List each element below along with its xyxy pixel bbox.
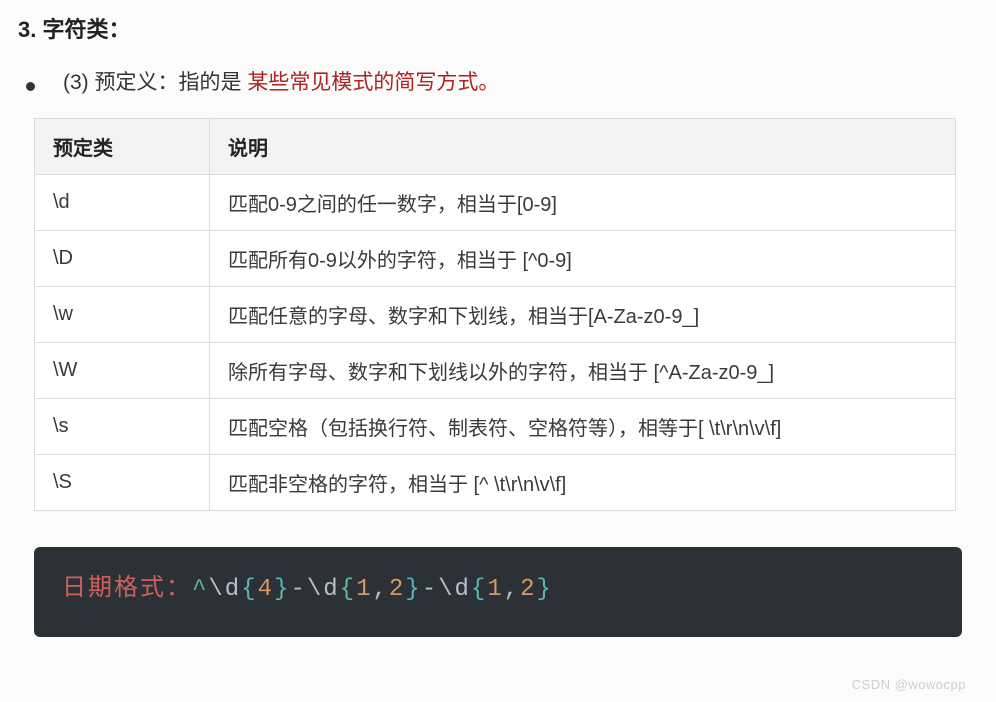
code-token: 2 bbox=[520, 576, 536, 603]
bullet-prefix: (3) 预定义：指的是 bbox=[63, 71, 247, 94]
table-row: \D匹配所有0-9以外的字符，相当于 [^0-9] bbox=[35, 231, 956, 287]
table-row: \w匹配任意的字母、数字和下划线，相当于[A-Za-z0-9_] bbox=[35, 287, 956, 343]
table-cell-class: \s bbox=[35, 399, 210, 455]
table-header-row: 预定类 说明 bbox=[35, 119, 956, 175]
code-token: { bbox=[241, 576, 257, 603]
code-token: \d bbox=[208, 576, 241, 603]
code-token: - bbox=[290, 576, 306, 603]
bullet-text: (3) 预定义：指的是 某些常见模式的简写方式。 bbox=[63, 66, 499, 96]
table-cell-class: \W bbox=[35, 343, 210, 399]
table-cell-desc: 匹配所有0-9以外的字符，相当于 [^0-9] bbox=[210, 231, 956, 287]
table-row: \S匹配非空格的字符，相当于 [^ \t\r\n\v\f] bbox=[35, 455, 956, 511]
code-token: { bbox=[471, 576, 487, 603]
table-cell-desc: 匹配非空格的字符，相当于 [^ \t\r\n\v\f] bbox=[210, 455, 956, 511]
watermark: CSDN @wowocpp bbox=[852, 677, 966, 692]
table-cell-class: \d bbox=[35, 175, 210, 231]
table-cell-desc: 匹配0-9之间的任一数字，相当于[0-9] bbox=[210, 175, 956, 231]
table-container: 预定类 说明 \d匹配0-9之间的任一数字，相当于[0-9]\D匹配所有0-9以… bbox=[34, 118, 956, 511]
bullet-highlight: 某些常见模式的简写方式。 bbox=[247, 71, 499, 94]
table-cell-class: \S bbox=[35, 455, 210, 511]
code-token: } bbox=[405, 576, 421, 603]
code-label: 日期格式： bbox=[62, 576, 192, 603]
code-token: , bbox=[504, 576, 520, 603]
code-token: { bbox=[340, 576, 356, 603]
code-token: - bbox=[422, 576, 438, 603]
code-token: 1 bbox=[487, 576, 503, 603]
code-token: \d bbox=[307, 576, 340, 603]
code-block: 日期格式：^\d{4}-\d{1,2}-\d{1,2} bbox=[34, 547, 962, 637]
bullet-line: (3) 预定义：指的是 某些常见模式的简写方式。 bbox=[18, 66, 978, 96]
code-token: \d bbox=[438, 576, 471, 603]
code-token: ^ bbox=[192, 576, 208, 603]
bullet-icon bbox=[26, 82, 35, 91]
table-header-desc: 说明 bbox=[210, 119, 956, 175]
table-cell-class: \D bbox=[35, 231, 210, 287]
table-row: \s匹配空格（包括换行符、制表符、空格符等），相等于[ \t\r\n\v\f] bbox=[35, 399, 956, 455]
table-cell-desc: 除所有字母、数字和下划线以外的字符，相当于 [^A-Za-z0-9_] bbox=[210, 343, 956, 399]
predefined-classes-table: 预定类 说明 \d匹配0-9之间的任一数字，相当于[0-9]\D匹配所有0-9以… bbox=[34, 118, 956, 511]
code-token: , bbox=[372, 576, 388, 603]
table-cell-class: \w bbox=[35, 287, 210, 343]
code-token: } bbox=[537, 576, 553, 603]
code-token: } bbox=[274, 576, 290, 603]
code-pattern: ^\d{4}-\d{1,2}-\d{1,2} bbox=[192, 576, 553, 603]
code-token: 4 bbox=[258, 576, 274, 603]
table-row: \d匹配0-9之间的任一数字，相当于[0-9] bbox=[35, 175, 956, 231]
table-cell-desc: 匹配空格（包括换行符、制表符、空格符等），相等于[ \t\r\n\v\f] bbox=[210, 399, 956, 455]
table-header-class: 预定类 bbox=[35, 119, 210, 175]
section-heading: 3. 字符类： bbox=[18, 12, 978, 44]
table-cell-desc: 匹配任意的字母、数字和下划线，相当于[A-Za-z0-9_] bbox=[210, 287, 956, 343]
table-row: \W除所有字母、数字和下划线以外的字符，相当于 [^A-Za-z0-9_] bbox=[35, 343, 956, 399]
code-line: 日期格式：^\d{4}-\d{1,2}-\d{1,2} bbox=[62, 573, 934, 607]
code-token: 1 bbox=[356, 576, 372, 603]
code-token: 2 bbox=[389, 576, 405, 603]
